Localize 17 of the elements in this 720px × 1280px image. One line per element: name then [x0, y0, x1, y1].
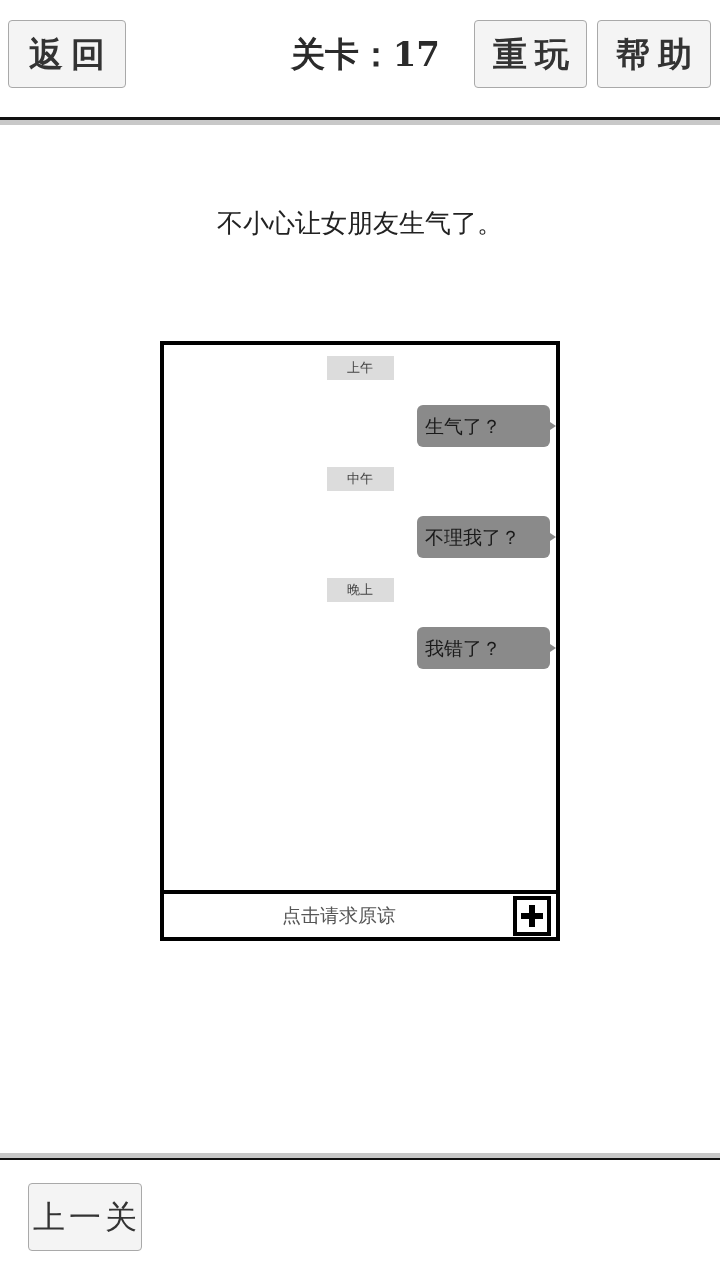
level-prompt: 不小心让女朋友生气了。 [217, 207, 503, 240]
plus-icon [521, 904, 543, 927]
back-button[interactable]: 返回 [8, 20, 126, 88]
time-label: 上午 [326, 356, 394, 380]
previous-level-button[interactable]: 上一关 [28, 1183, 142, 1251]
help-button[interactable]: 帮助 [597, 20, 711, 88]
add-button[interactable] [513, 895, 551, 936]
chat-bubble: 我错了？ [417, 627, 550, 669]
bubble-tail-icon [550, 422, 556, 430]
chat-bubble: 生气了？ [417, 405, 550, 447]
time-label: 晚上 [326, 578, 394, 602]
replay-button[interactable]: 重玩 [474, 20, 587, 88]
time-label: 中午 [326, 467, 394, 491]
chat-bubble: 不理我了？ [417, 516, 550, 558]
bubble-tail-icon [550, 533, 556, 541]
bubble-tail-icon [550, 644, 556, 652]
level-title: 关卡：17 [290, 34, 440, 74]
